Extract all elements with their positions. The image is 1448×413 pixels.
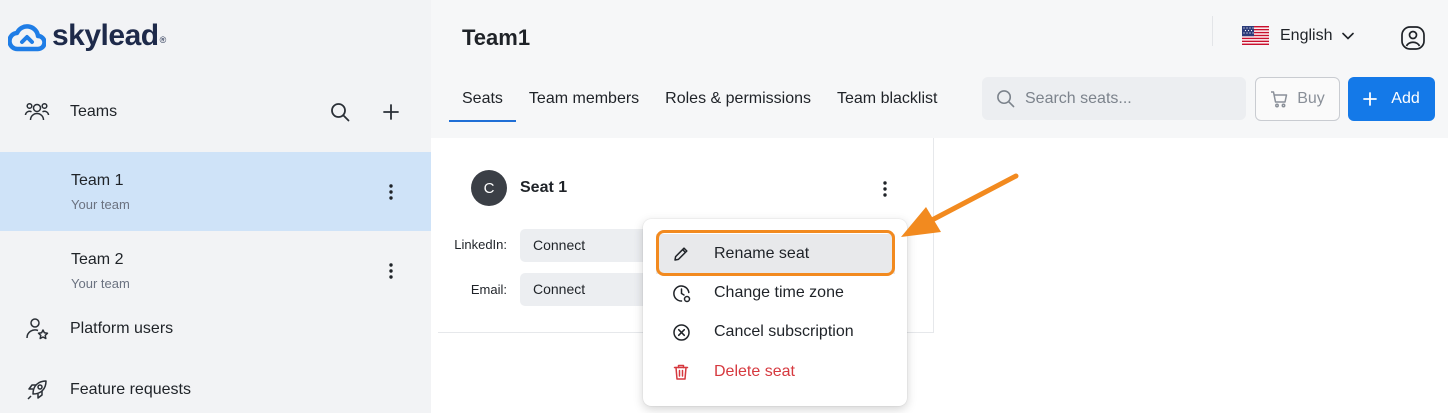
cloud-logo-icon [8, 24, 46, 52]
pencil-icon [671, 244, 691, 264]
team-options-button[interactable] [380, 257, 402, 285]
avatar: C [471, 170, 507, 206]
user-circle-icon [1401, 26, 1425, 50]
sidebar: skylead® Teams Team 1 Your team Team 2 Y… [0, 0, 431, 413]
menu-item-label: Delete seat [714, 363, 795, 380]
team-name: Team 1 [71, 172, 124, 189]
buy-button[interactable]: Buy [1255, 77, 1340, 121]
seat-name: Seat 1 [520, 179, 568, 196]
language-selector[interactable]: English [1242, 26, 1355, 45]
team-options-button[interactable] [380, 178, 402, 206]
team-item-team-2[interactable]: Team 2 Your team [0, 231, 431, 310]
chevron-down-icon [1342, 32, 1355, 40]
people-icon [24, 99, 50, 125]
menu-item-label: Rename seat [714, 245, 810, 262]
team-item-team-1[interactable]: Team 1 Your team [0, 152, 431, 231]
seat-options-menu: Rename seat Change time zone Cancel subs… [643, 219, 907, 406]
menu-item-delete-seat[interactable]: Delete seat [643, 354, 907, 390]
add-button[interactable]: Add [1348, 77, 1435, 121]
add-label: Add [1391, 90, 1420, 107]
search-input[interactable] [1025, 89, 1235, 108]
tabs: Seats Team members Roles & permissions T… [449, 76, 950, 122]
circle-x-icon [671, 322, 691, 342]
kebab-menu-icon [883, 181, 887, 197]
sidebar-item-feature-requests[interactable]: Feature requests [0, 371, 431, 409]
page-title: Team1 [462, 25, 531, 50]
logo-text: skylead® [52, 19, 166, 52]
user-star-icon [24, 316, 50, 342]
team-name: Team 2 [71, 251, 124, 268]
language-label: English [1280, 26, 1333, 44]
tab-roles-permissions[interactable]: Roles & permissions [652, 76, 824, 122]
kebab-menu-icon [389, 263, 393, 279]
seat-options-button[interactable] [874, 175, 896, 203]
seat-search [982, 77, 1246, 120]
logo[interactable]: skylead® [8, 18, 166, 58]
teams-label: Teams [70, 103, 118, 120]
sidebar-item-platform-users[interactable]: Platform users [0, 310, 431, 348]
clock-icon [671, 283, 691, 303]
us-flag-icon [1242, 26, 1269, 45]
email-label: Email: [470, 282, 507, 297]
tab-team-blacklist[interactable]: Team blacklist [824, 76, 950, 122]
search-icon [331, 103, 350, 122]
menu-item-label: Change time zone [714, 284, 844, 301]
menu-item-cancel-subscription[interactable]: Cancel subscription [643, 314, 907, 350]
team-subtitle: Your team [71, 276, 130, 291]
tab-seats[interactable]: Seats [449, 76, 516, 122]
kebab-menu-icon [389, 184, 393, 200]
teams-header: Teams [0, 92, 431, 132]
menu-item-change-time-zone[interactable]: Change time zone [643, 275, 907, 311]
search-icon [996, 89, 1015, 108]
feature-requests-label: Feature requests [70, 381, 191, 398]
rocket-icon [24, 377, 50, 403]
buy-label: Buy [1297, 90, 1325, 107]
header-divider [1212, 16, 1213, 46]
linkedin-connect[interactable]: Connect [520, 229, 660, 262]
email-connect[interactable]: Connect [520, 273, 660, 306]
tab-team-members[interactable]: Team members [516, 76, 652, 122]
plus-icon [1363, 92, 1378, 106]
menu-item-rename-seat[interactable]: Rename seat [656, 234, 895, 274]
trash-icon [671, 362, 691, 382]
plus-icon [383, 104, 399, 120]
menu-item-label: Cancel subscription [714, 323, 854, 340]
linkedin-label: LinkedIn: [454, 237, 507, 252]
add-team-button[interactable] [378, 99, 404, 125]
cart-icon [1270, 90, 1288, 108]
team-subtitle: Your team [71, 197, 130, 212]
platform-users-label: Platform users [70, 320, 174, 337]
profile-button[interactable] [1400, 25, 1426, 51]
search-teams-button[interactable] [327, 99, 353, 125]
